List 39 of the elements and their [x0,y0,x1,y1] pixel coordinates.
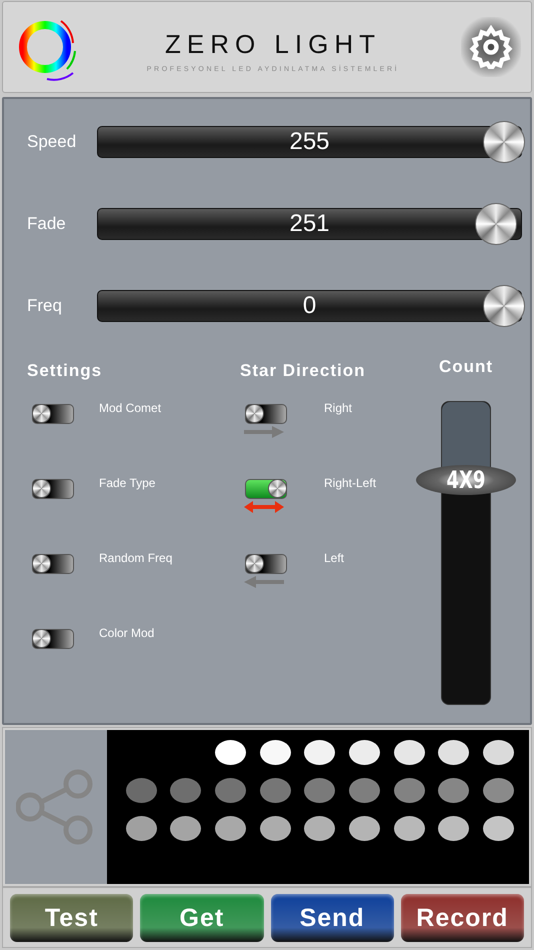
slider-knob[interactable] [483,285,525,327]
toggle-switch[interactable] [245,404,287,424]
toggle-switch[interactable] [245,554,287,574]
double-arrow-icon [244,501,284,513]
slider-value: 255 [289,128,330,156]
slider-label: Freq [27,296,63,316]
slider-track[interactable]: 251 [97,208,522,240]
section-heading: Settings [27,361,104,382]
left-arrow-icon [244,576,284,588]
toggle-label: Right [324,401,352,415]
action-button[interactable]: Send [270,894,394,942]
toggle-switch[interactable] [32,404,74,424]
slider-knob[interactable] [474,203,517,245]
right-arrow-icon [244,426,284,438]
slider-label: Speed [27,132,78,152]
section-heading: Star Direction [240,361,366,382]
toggle-label: Mod Comet [99,401,162,415]
toggle-switch[interactable] [32,479,74,499]
toggle-switch[interactable] [245,479,287,499]
toggle-label: Left [324,551,344,565]
slider-value: 251 [289,210,330,238]
slider-knob[interactable] [483,121,525,163]
slider-track[interactable]: 0 [97,290,522,322]
settings-icon[interactable] [468,25,513,69]
toggle-switch[interactable] [32,629,74,649]
count-slider-track[interactable] [441,401,491,705]
slider-value: 0 [302,292,316,320]
toggle-label: Fade Type [99,476,156,490]
section-heading: Count [438,357,494,378]
toggle-label: Right-Left [324,476,376,490]
toggle-switch[interactable] [32,554,74,574]
action-button[interactable]: Get [140,894,264,942]
slider-label: Fade [27,214,67,234]
slider-track[interactable]: 255 [97,126,522,158]
action-button[interactable]: Test [10,894,134,942]
app-title: ZERO LIGHT [164,29,381,60]
action-button[interactable]: Record [400,894,524,942]
toggle-label: Color Mod [99,626,154,640]
toggle-label: Random Freq [99,551,172,565]
